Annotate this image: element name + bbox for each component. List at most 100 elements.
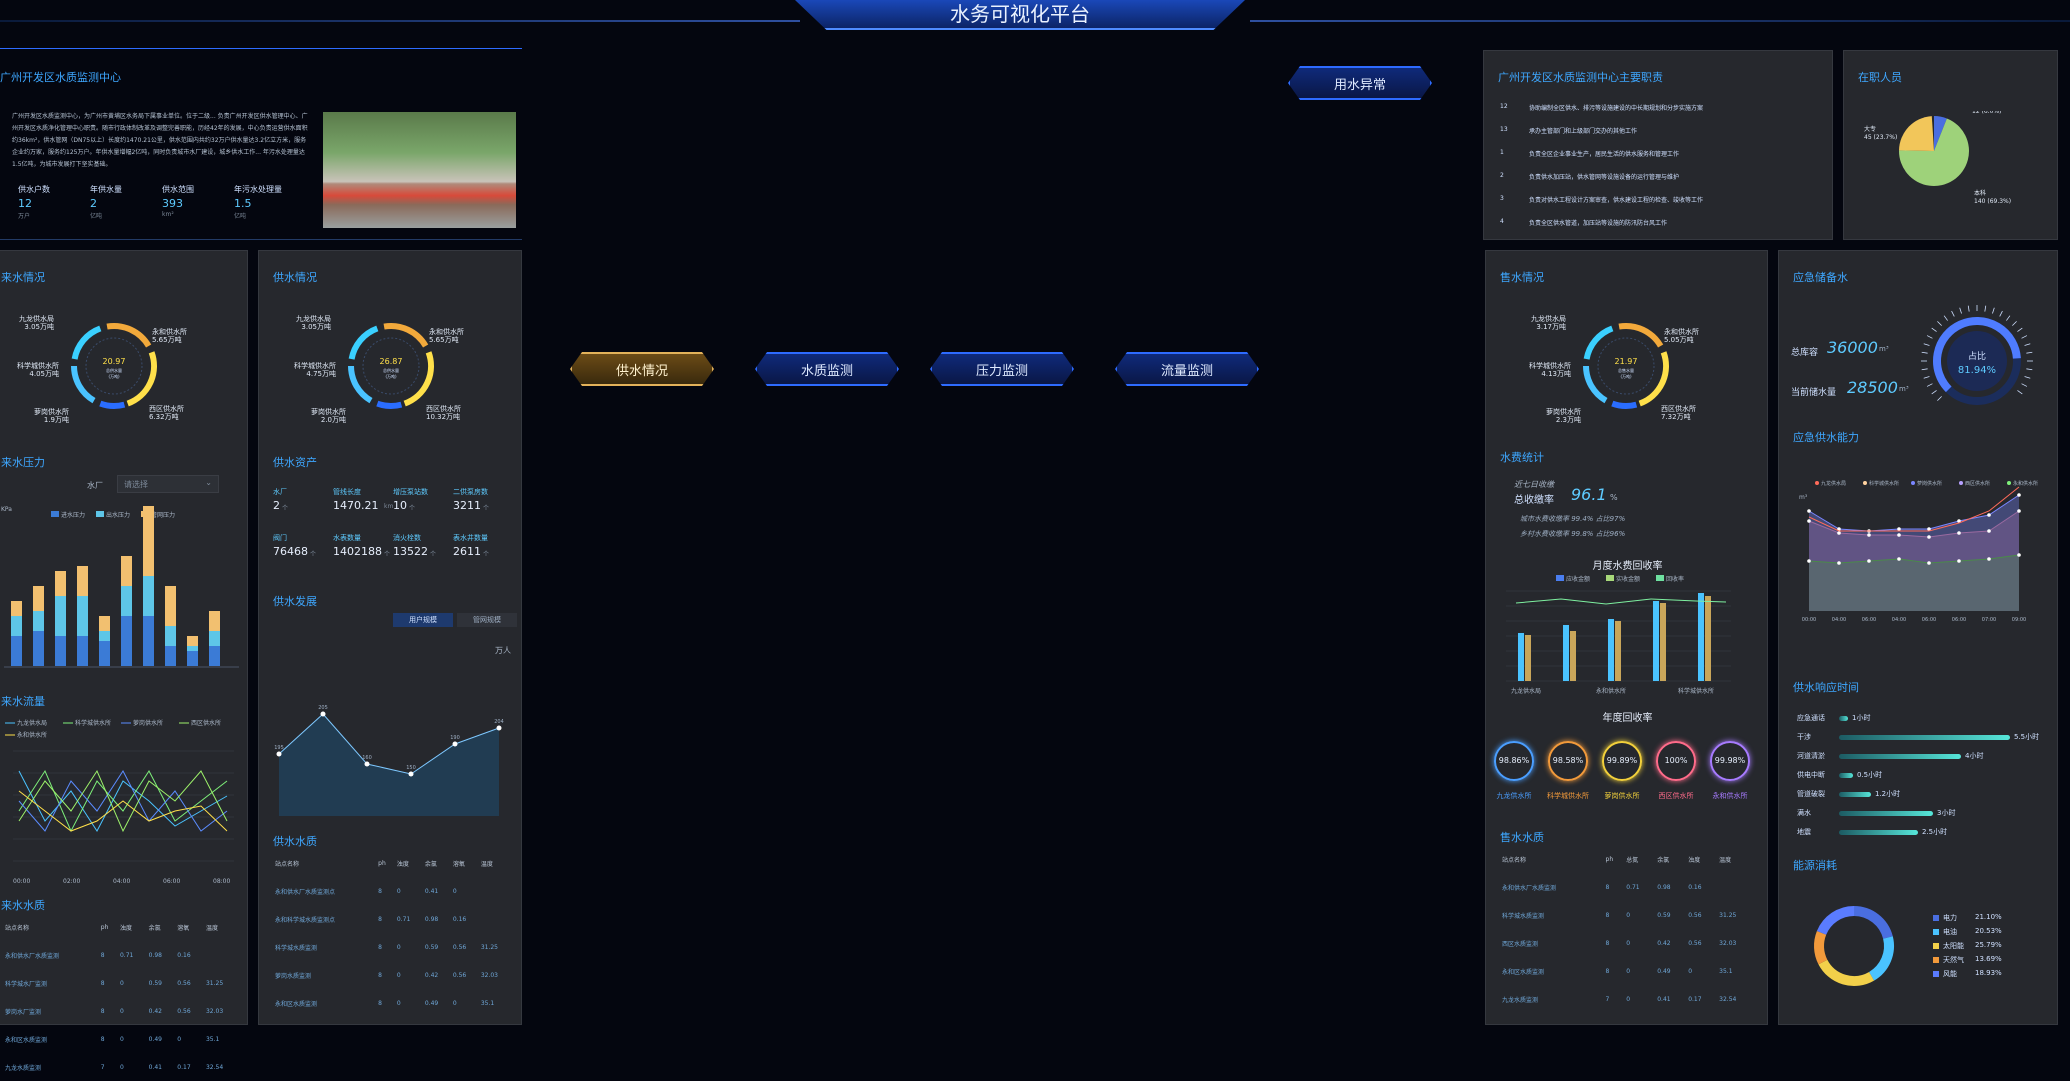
table-cell: 永和供水厂水质监测点 xyxy=(275,888,336,896)
energy-legend-name: 风能 xyxy=(1943,970,1957,978)
quality-table: 站点名称 ph 浊度 余氯 溶氧 温度 永和供水厂水质监测 8 0.71 0.98 0.16 科学城水… xyxy=(3,913,239,1081)
response-label: 满水 xyxy=(1797,809,1811,817)
table-cell: 永和供水厂水质监测 xyxy=(5,952,60,960)
asset-unit: km xyxy=(384,503,394,510)
energy-legend-name: 天然气 xyxy=(1943,956,1964,964)
table-header: 溶氧 xyxy=(452,860,465,868)
header-bar: 水务可视化平台 xyxy=(0,0,2070,40)
table-row[interactable]: 永和科学城水质监测点 8 0.71 0.98 0.16 xyxy=(273,905,513,933)
table-row[interactable]: 萝岗水质监测 8 0 0.42 0.56 32.03 xyxy=(273,961,513,989)
legend-label: 进水压力 xyxy=(61,511,85,519)
legend-swatch xyxy=(96,511,104,517)
table-cell: 8 xyxy=(100,951,105,959)
nav-pressure[interactable]: 压力监测 xyxy=(930,352,1074,386)
quality-table: 站点名称 ph 总氮 余氯 浊度 温度 永和供水厂水质监测 8 0.71 0.98 0.16 科学城水… xyxy=(1500,845,1755,1013)
table-cell: 0 xyxy=(119,1063,124,1071)
pressure-bar xyxy=(77,636,88,666)
annual-name: 永和供水所 xyxy=(1712,792,1748,800)
pressure-bar xyxy=(11,601,22,616)
growth-point xyxy=(364,761,370,767)
annual-value: 99.98% xyxy=(1714,756,1746,765)
table-row[interactable]: 西区水质监测 8 0 0.42 0.56 32.03 xyxy=(1500,929,1755,957)
nav-quality[interactable]: 水质监测 xyxy=(755,352,899,386)
flow-legend-label: 科学城供水所 xyxy=(75,719,111,727)
gauge-tick xyxy=(2012,321,2017,326)
capacity-x-tick: 04:00 xyxy=(1832,617,1846,621)
growth-point xyxy=(452,741,458,747)
table-header: ph xyxy=(1605,855,1614,863)
pressure-bar xyxy=(121,616,132,666)
flow-x-tick: 06:00 xyxy=(163,878,180,885)
capacity-point xyxy=(1807,559,1811,563)
pressure-bar xyxy=(209,611,220,631)
table-row[interactable]: 永和区水质监测 8 0 0.49 0 35.1 xyxy=(273,989,513,1017)
capacity-x-tick: 06:00 xyxy=(1862,617,1876,621)
energy-segment xyxy=(1868,936,1894,981)
reserve-panel: 应急储备水 总库容 36000 m³ 当前储水量 28500 m³ 占比 81.9… xyxy=(1778,250,2058,1025)
table-row[interactable]: 科学城水质监测 8 0 0.59 0.56 31.25 xyxy=(1500,901,1755,929)
table-row[interactable]: 九龙水质监测 7 0 0.41 0.17 32.54 xyxy=(1500,985,1755,1013)
growth-value-label: 195 xyxy=(274,745,284,751)
donut-inner-ring xyxy=(1597,337,1655,395)
table-row[interactable]: 科学城水厂监测 8 0 0.59 0.56 31.25 xyxy=(3,969,239,997)
asset-unit: 个 xyxy=(310,551,317,558)
table-header: 浊度 xyxy=(119,924,132,932)
donut-center-value: 20.97 xyxy=(103,357,126,366)
donut-segment-name: 西区供水所 xyxy=(426,404,461,413)
table-row[interactable]: 永和区水质监测 8 0 0.49 0 35.1 xyxy=(1500,957,1755,985)
donut-segment-value: 4.75万吨 xyxy=(306,369,336,378)
nav-supply[interactable]: 供水情况 xyxy=(570,352,714,386)
table-cell: 0 xyxy=(177,1035,182,1043)
reserve-capacity-label: 总库容 xyxy=(1791,348,1819,358)
pressure-bar xyxy=(11,636,22,666)
donut-center-unit: (万吨) xyxy=(385,373,397,379)
fee-total-value: 96.1 xyxy=(1571,485,1607,504)
table-row[interactable]: 永和区水质监测 8 0 0.49 0 35.1 xyxy=(3,1025,239,1053)
nav-flow[interactable]: 流量监测 xyxy=(1115,352,1259,386)
asset-value: 1470.21 xyxy=(333,499,379,512)
flow-title: 来水流量 xyxy=(1,695,45,708)
response-label: 河道清淤 xyxy=(1797,752,1825,760)
monthly-legend-label: 回收率 xyxy=(1666,575,1684,583)
growth-tab-network[interactable]: 管网规模 xyxy=(457,613,517,627)
donut-segment-value: 2.0万吨 xyxy=(321,415,346,424)
pressure-bar xyxy=(165,586,176,626)
monthly-x-tick: 永和供水所 xyxy=(1596,687,1626,695)
pressure-filter-select[interactable]: 请选择 ⌄ xyxy=(117,475,219,493)
capacity-chart: 九龙供水局 科学城供水所 萝岗供水所 西区供水所 永和供水所 m³ 00:00 04:00 06… xyxy=(1799,480,2038,621)
growth-tab-users[interactable]: 用户规模 xyxy=(393,613,453,627)
supply-donut: 26.87总供水量(万吨) 九龙供水局3.05万吨永和供水所5.65万吨西区供水所… xyxy=(294,314,464,424)
table-header: 温度 xyxy=(1719,856,1732,864)
table-row[interactable]: 永和供水厂水质监测 8 0.71 0.98 0.16 xyxy=(3,941,239,969)
header-line-left xyxy=(0,20,800,22)
table-header: 浊度 xyxy=(1688,856,1701,864)
table-header: 温度 xyxy=(480,860,493,868)
capacity-legend-swatch xyxy=(1911,481,1915,485)
table-row[interactable]: 永和供水厂水质监测 8 0.71 0.98 0.16 xyxy=(1500,873,1755,901)
alert-button[interactable]: 用水异常 xyxy=(1288,66,1432,100)
capacity-point xyxy=(2017,553,2021,557)
asset-value: 13522 xyxy=(393,545,428,558)
capacity-unit: m³ xyxy=(1799,494,1808,501)
energy-segment xyxy=(1853,906,1893,939)
response-value: 1.2小时 xyxy=(1875,790,1901,798)
capacity-x-tick: 07:00 xyxy=(1982,617,1996,621)
table-row[interactable]: 永和供水厂水质监测点 8 0 0.41 0 xyxy=(273,877,513,905)
monthly-bar xyxy=(1660,603,1666,681)
intro-stat-unit: 亿吨 xyxy=(90,213,103,220)
sales-panel: 售水情况 21.97 总售水量 (万吨) 九龙供水局 3.17万吨 永和供水所 5.05万吨… xyxy=(1485,250,1768,1025)
table-cell: 0.41 xyxy=(148,1063,162,1071)
donut-segment xyxy=(348,365,373,404)
table-cell: 科学城水质监测 xyxy=(1502,912,1545,920)
table-row[interactable]: 科学城水质监测 8 0 0.59 0.56 31.25 xyxy=(273,933,513,961)
monthly-legend-swatch xyxy=(1606,575,1614,581)
response-bar xyxy=(1839,754,1961,759)
table-row[interactable]: 萝岗水厂监测 8 0 0.42 0.56 32.03 xyxy=(3,997,239,1025)
table-row[interactable]: 九龙水质监测 7 0 0.41 0.17 32.54 xyxy=(3,1053,239,1081)
pressure-bar xyxy=(77,566,88,596)
table-cell: 0 xyxy=(119,979,124,987)
energy-legend-value: 18.93% xyxy=(1975,969,2002,977)
donut-segment-name: 永和供水所 xyxy=(1664,327,1699,336)
flow-chart: 九龙供水局 科学城供水所 萝岗供水所 西区供水所永和供水所 00:00 02:00 04:0… xyxy=(5,719,234,885)
capacity-point xyxy=(1807,519,1811,523)
